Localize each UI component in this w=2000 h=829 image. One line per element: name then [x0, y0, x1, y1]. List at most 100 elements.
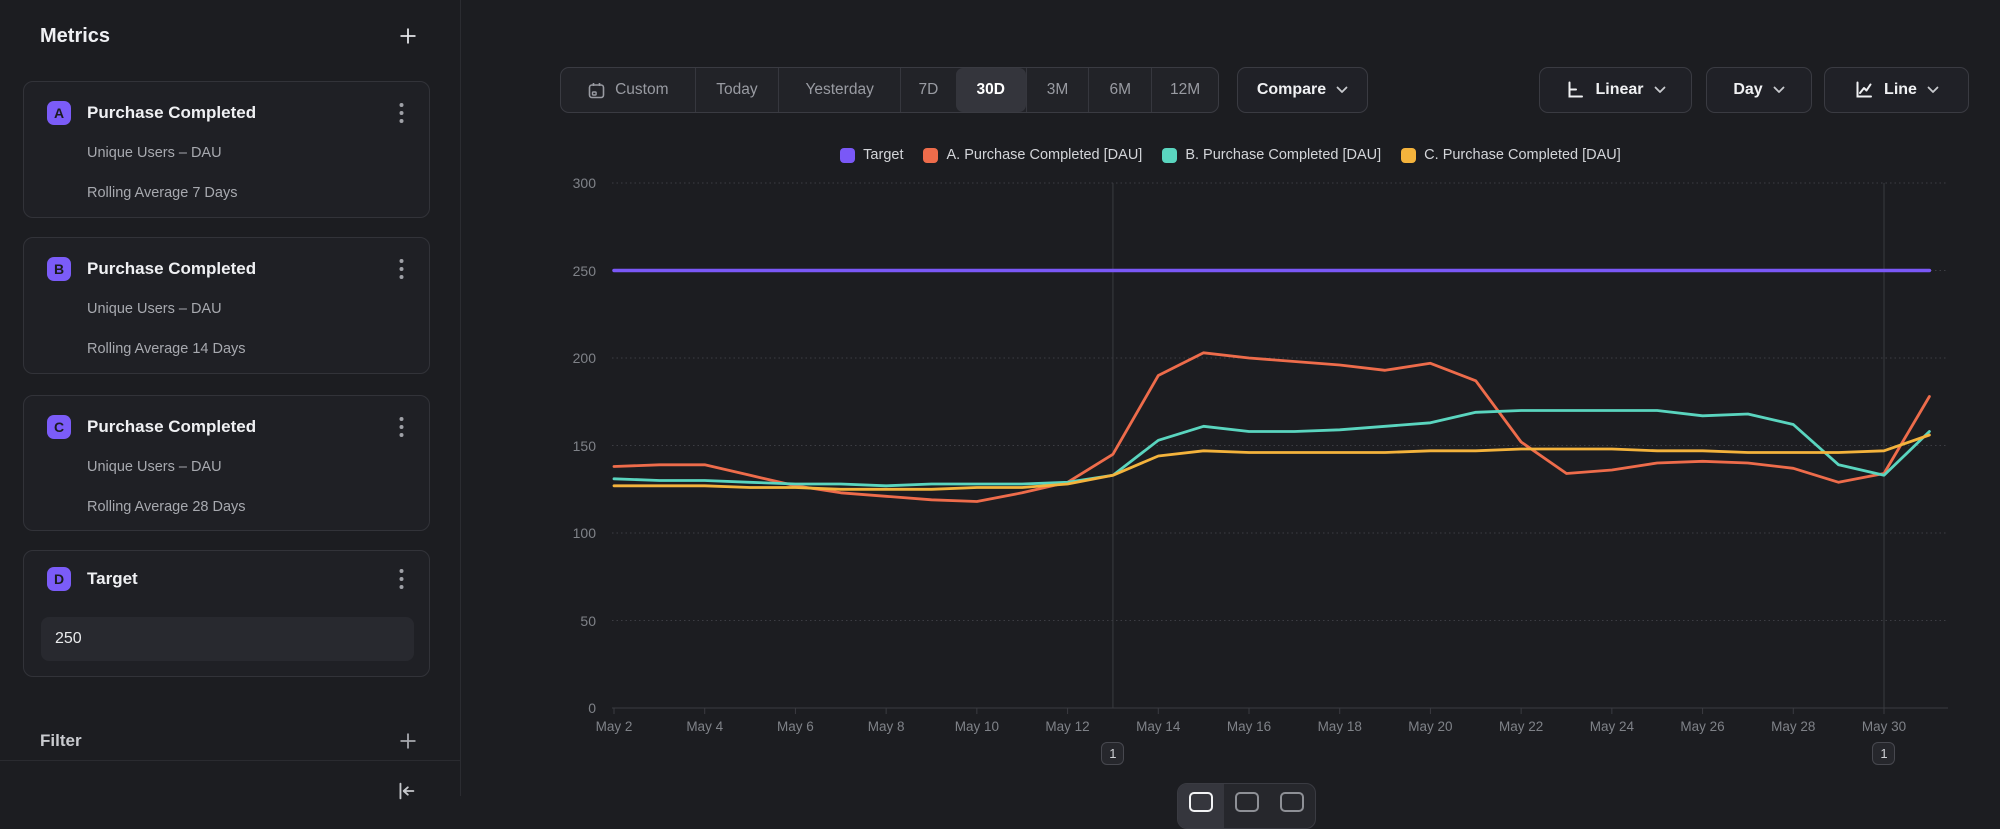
date-range-tabs: Custom Today Yesterday 7D 30D 3M 6M 12M: [560, 67, 1219, 113]
annotation-badge[interactable]: 1: [1872, 742, 1895, 765]
metric-card-a[interactable]: A Purchase Completed Unique Users – DAU …: [23, 81, 430, 218]
legend-item[interactable]: C. Purchase Completed [DAU]: [1401, 147, 1621, 163]
metrics-header: Metrics: [40, 24, 420, 48]
target-value-input[interactable]: [41, 617, 414, 661]
metric-badge: B: [47, 257, 71, 281]
filter-header: Filter: [40, 729, 420, 753]
metric-measure: Unique Users – DAU: [87, 145, 222, 161]
metric-menu-button[interactable]: [389, 567, 413, 591]
metric-menu-button[interactable]: [389, 257, 413, 281]
chevron-down-icon: [1773, 86, 1785, 94]
granularity-selector-button[interactable]: Day: [1706, 67, 1812, 113]
chart-type-option-1[interactable]: [1178, 784, 1224, 828]
chart-tile-icon: [1235, 792, 1259, 812]
axis-scale-icon: [1565, 80, 1585, 100]
x-axis-label: May 30: [1839, 719, 1929, 734]
range-tab-label: 3M: [1047, 81, 1069, 99]
chart-type-option-3[interactable]: [1269, 784, 1315, 828]
range-tab-label: 6M: [1110, 81, 1132, 99]
legend-swatch-icon: [840, 148, 855, 163]
chart-type-toolbar: [1177, 783, 1316, 829]
y-axis-label: 100: [500, 524, 596, 542]
metric-card-head: A Purchase Completed: [47, 101, 413, 125]
chevron-down-icon: [1927, 86, 1939, 94]
scale-label: Linear: [1595, 81, 1643, 99]
y-axis-label: 250: [500, 262, 596, 280]
chart-type-label: Line: [1884, 81, 1917, 99]
legend-item[interactable]: A. Purchase Completed [DAU]: [923, 147, 1142, 163]
metric-menu-button[interactable]: [389, 415, 413, 439]
x-axis-label: May 28: [1748, 719, 1838, 734]
legend-item[interactable]: Target: [840, 147, 903, 163]
range-tab-label: Today: [716, 81, 757, 99]
x-axis-label: May 20: [1385, 719, 1475, 734]
metric-transform: Rolling Average 7 Days: [87, 185, 237, 201]
metric-title: Purchase Completed: [87, 259, 373, 279]
x-axis-label: May 8: [841, 719, 931, 734]
series-line-a: [614, 353, 1929, 502]
metric-title: Purchase Completed: [87, 103, 373, 123]
chevron-down-icon: [1336, 86, 1348, 94]
x-axis-label: May 26: [1658, 719, 1748, 734]
x-axis-label: May 2: [569, 719, 659, 734]
metric-measure: Unique Users – DAU: [87, 459, 222, 475]
x-axis-label: May 24: [1567, 719, 1657, 734]
x-axis-label: May 12: [1023, 719, 1113, 734]
metric-menu-button[interactable]: [389, 101, 413, 125]
range-tab-7d[interactable]: 7D: [900, 68, 956, 112]
legend-item[interactable]: B. Purchase Completed [DAU]: [1162, 147, 1381, 163]
chart-type-option-2[interactable]: [1224, 784, 1270, 828]
range-tab-3m[interactable]: 3M: [1026, 68, 1089, 112]
legend-swatch-icon: [923, 148, 938, 163]
add-metric-button[interactable]: [396, 24, 420, 48]
scale-selector-button[interactable]: Linear: [1539, 67, 1692, 113]
range-tab-6m[interactable]: 6M: [1088, 68, 1151, 112]
range-tab-yesterday[interactable]: Yesterday: [778, 68, 900, 112]
chart-type-selector-button[interactable]: Line: [1824, 67, 1969, 113]
kebab-icon: [399, 416, 404, 438]
calendar-icon: [587, 81, 606, 100]
target-card-d[interactable]: D Target: [23, 550, 430, 677]
annotation-badge[interactable]: 1: [1101, 742, 1124, 765]
metric-badge: A: [47, 101, 71, 125]
chart-tile-icon: [1189, 792, 1213, 812]
compare-label: Compare: [1257, 81, 1326, 99]
metric-card-c[interactable]: C Purchase Completed Unique Users – DAU …: [23, 395, 430, 531]
kebab-icon: [399, 258, 404, 280]
add-filter-button[interactable]: [396, 729, 420, 753]
metric-badge: C: [47, 415, 71, 439]
sidebar-divider: [0, 760, 460, 761]
range-tab-label: Yesterday: [805, 81, 873, 99]
metric-title: Purchase Completed: [87, 417, 373, 437]
metrics-title: Metrics: [40, 25, 110, 48]
legend-label: C. Purchase Completed [DAU]: [1424, 147, 1621, 163]
legend-label: A. Purchase Completed [DAU]: [946, 147, 1142, 163]
y-axis-label: 150: [500, 437, 596, 455]
kebab-icon: [399, 102, 404, 124]
y-axis-label: 300: [500, 174, 596, 192]
legend-label: B. Purchase Completed [DAU]: [1185, 147, 1381, 163]
y-axis-label: 50: [500, 612, 596, 630]
granularity-label: Day: [1733, 81, 1762, 99]
range-tab-12m[interactable]: 12M: [1151, 68, 1218, 112]
series-line-c: [614, 435, 1929, 489]
range-tab-label: 12M: [1170, 81, 1200, 99]
range-tab-label: 7D: [918, 81, 938, 99]
metric-card-head: D Target: [47, 567, 413, 591]
plus-icon: [398, 731, 418, 751]
y-axis-label: 200: [500, 349, 596, 367]
x-axis-label: May 14: [1113, 719, 1203, 734]
collapse-sidebar-button[interactable]: [394, 779, 418, 803]
compare-button[interactable]: Compare: [1237, 67, 1368, 113]
range-tab-today[interactable]: Today: [695, 68, 779, 112]
metric-card-b[interactable]: B Purchase Completed Unique Users – DAU …: [23, 237, 430, 374]
chart-legend: Target A. Purchase Completed [DAU] B. Purc…: [461, 147, 2000, 163]
metric-transform: Rolling Average 14 Days: [87, 341, 246, 357]
metric-card-head: B Purchase Completed: [47, 257, 413, 281]
x-axis-label: May 22: [1476, 719, 1566, 734]
plus-icon: [398, 26, 418, 46]
range-tab-custom[interactable]: Custom: [561, 68, 695, 112]
range-tab-30d[interactable]: 30D: [956, 68, 1026, 112]
collapse-left-icon: [394, 778, 418, 804]
metric-transform: Rolling Average 28 Days: [87, 499, 246, 515]
